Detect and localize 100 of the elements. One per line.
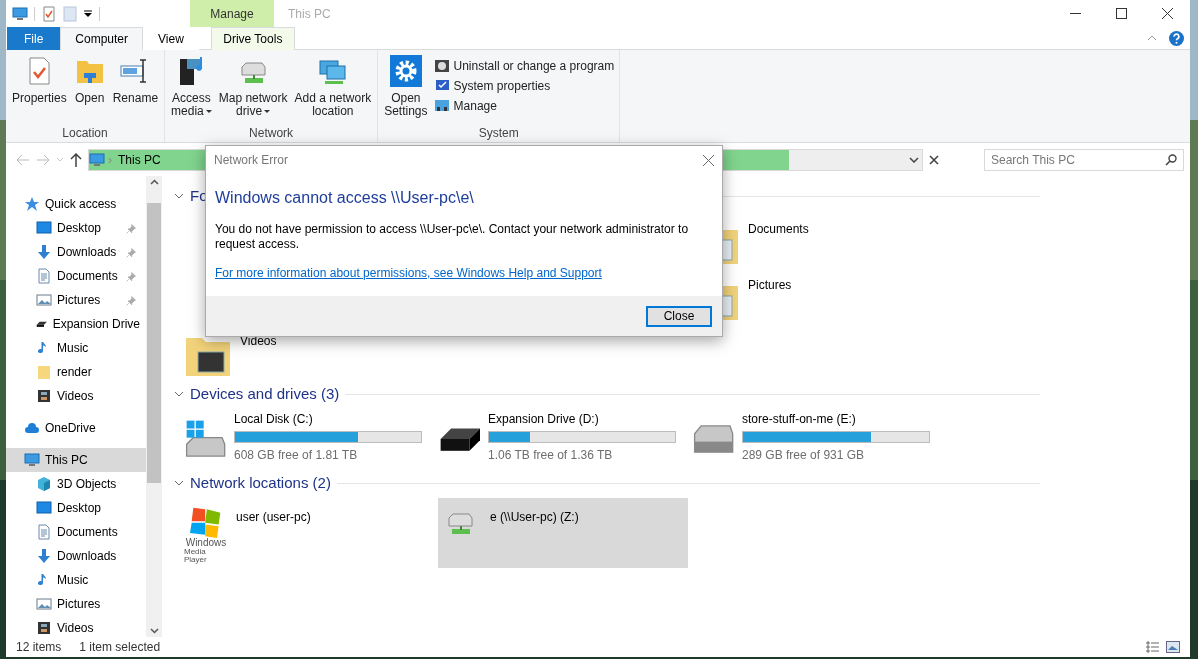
sidebar-item[interactable]: Pictures: [6, 592, 146, 616]
monitor-icon: [89, 151, 105, 168]
desktop-icon: [36, 500, 52, 516]
stop-icon[interactable]: [929, 154, 939, 165]
ribbon-tab[interactable]: File: [7, 27, 61, 50]
sidebar-item[interactable]: Downloads: [6, 544, 146, 568]
sidebar-item[interactable]: Music: [6, 568, 146, 592]
up-arrow-icon[interactable]: [70, 152, 82, 167]
scrollbar[interactable]: [146, 176, 162, 637]
network-location-tile[interactable]: e (\\User-pc) (Z:): [438, 498, 688, 568]
selection-count: 1 item selected: [79, 639, 161, 656]
cloud-icon: [24, 420, 40, 436]
dropdown-icon[interactable]: [909, 156, 919, 163]
document-icon: [36, 268, 52, 284]
ribbon-button[interactable]: Open: [70, 53, 109, 124]
ribbon-button[interactable]: System properties: [431, 76, 617, 96]
ribbon-button[interactable]: Rename: [109, 53, 162, 124]
pin-icon: [125, 246, 137, 259]
dialog-message: You do not have permission to access \\User-pc\e\. Contact your network administrator to request access.: [215, 222, 690, 252]
cube-icon: [36, 476, 52, 492]
ribbon-button[interactable]: Access media: [168, 53, 215, 124]
drive-name[interactable]: Local Disk (C:): [234, 410, 422, 428]
network-location-tile[interactable]: Windows Media Player user (user-pc): [184, 498, 434, 568]
monitor-icon: [24, 452, 40, 468]
location-name: user (user-pc): [236, 509, 311, 526]
sidebar-item[interactable]: 3D Objects: [6, 472, 146, 496]
hard-disk-icon: [184, 418, 226, 460]
sidebar-item[interactable]: Documents: [6, 520, 146, 544]
sidebar-item[interactable]: OneDrive: [6, 416, 146, 440]
dialog-heading: Windows cannot access \\User-pc\e\: [215, 188, 475, 208]
sidebar-item[interactable]: Documents: [6, 264, 146, 288]
drive-name[interactable]: store-stuff-on-me (E:): [742, 410, 930, 428]
section-heading[interactable]: Devices and drives (3): [190, 382, 340, 406]
help-icon[interactable]: [1169, 30, 1184, 46]
sidebar-item[interactable]: Videos: [6, 384, 146, 408]
sidebar-item[interactable]: Music: [6, 336, 146, 360]
search-field[interactable]: Search This PC: [984, 148, 1184, 171]
scrollbar-thumb[interactable]: [147, 203, 161, 483]
ribbon-button[interactable]: Manage: [431, 96, 617, 116]
film-icon: [36, 388, 52, 404]
checklist-page-icon[interactable]: [41, 5, 57, 22]
breadcrumb-item[interactable]: This PC: [118, 150, 161, 169]
item-count: 12 items: [16, 639, 62, 656]
section-heading[interactable]: Network locations (2): [190, 471, 331, 495]
sidebar-item[interactable]: Downloads: [6, 240, 146, 264]
picture-icon: [36, 292, 52, 308]
computer-manage-icon: [433, 98, 450, 114]
sidebar-item[interactable]: Desktop: [6, 496, 146, 520]
sidebar-item[interactable]: Expansion Drive: [6, 312, 146, 336]
windows-flag-icon: [190, 506, 222, 538]
help-link[interactable]: For more information about permissions, see Windows Help and Support: [215, 266, 602, 280]
free-space-text: 1.06 TB free of 1.36 TB: [488, 447, 614, 464]
details-view-icon[interactable]: [1146, 641, 1160, 653]
sidebar-item[interactable]: render: [6, 360, 146, 384]
sidebar-item[interactable]: This PC: [6, 448, 146, 472]
folder-icon: [36, 364, 52, 380]
free-space-text: 289 GB free of 931 GB: [742, 447, 866, 464]
sidebar-item[interactable]: Videos: [6, 616, 146, 637]
collapse-chevron-icon[interactable]: [174, 391, 184, 397]
scroll-down-icon[interactable]: [149, 628, 159, 634]
pin-icon: [125, 294, 137, 307]
dialog-title: Network Error: [214, 152, 288, 169]
pin-icon: [125, 270, 137, 283]
sidebar-item[interactable]: Quick access: [6, 192, 146, 216]
sidebar-item[interactable]: Desktop: [6, 216, 146, 240]
download-arrow-icon: [36, 548, 52, 564]
breadcrumb-separator: ›: [108, 151, 112, 169]
collapse-chevron-icon[interactable]: [174, 480, 184, 486]
ribbon-button[interactable]: Map network drive: [215, 53, 291, 124]
close-dialog-button[interactable]: Close: [646, 305, 712, 327]
ribbon-button[interactable]: Open Settings: [381, 53, 431, 124]
ribbon-button[interactable]: Properties: [9, 53, 70, 124]
monitor-icon: [12, 5, 28, 22]
logo-text: Windows: [185, 538, 227, 548]
group-label: Location: [61, 125, 109, 142]
download-arrow-icon: [36, 244, 52, 260]
document-icon: [36, 524, 52, 540]
gear-icon: [389, 55, 422, 87]
ribbon-button[interactable]: Uninstall or change a program: [431, 56, 617, 76]
collapse-chevron-icon[interactable]: [174, 193, 184, 199]
group-label: Network: [248, 125, 295, 142]
folder-name[interactable]: Pictures: [748, 276, 792, 324]
large-icons-view-icon[interactable]: [1166, 641, 1180, 653]
group-label: System: [477, 125, 520, 142]
sidebar-item[interactable]: Pictures: [6, 288, 146, 312]
context-tab-header: Manage: [190, 0, 274, 27]
scroll-up-icon[interactable]: [149, 179, 159, 185]
close-icon[interactable]: [703, 154, 714, 166]
ribbon-tab[interactable]: Drive Tools: [210, 27, 295, 50]
desktop-icon: [36, 220, 52, 236]
search-icon: [1165, 153, 1177, 166]
customize-dropdown-icon[interactable]: [83, 8, 93, 19]
ribbon-tab[interactable]: Computer: [60, 27, 144, 50]
collapse-ribbon-icon[interactable]: [1147, 35, 1157, 41]
pin-icon: [125, 222, 137, 235]
drive-name[interactable]: Expansion Drive (D:): [488, 410, 676, 428]
ribbon-button[interactable]: Add a network location: [291, 53, 375, 124]
star-icon: [24, 196, 40, 212]
folder-name[interactable]: Documents: [748, 220, 809, 268]
picture-icon: [36, 596, 52, 612]
